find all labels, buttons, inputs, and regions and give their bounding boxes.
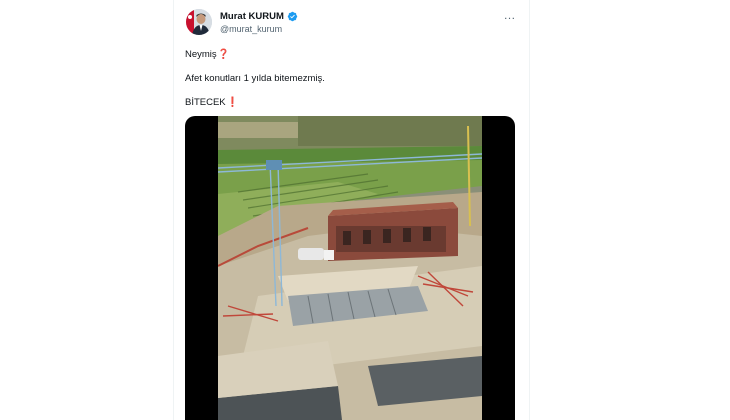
timeline-right-border — [529, 0, 530, 420]
tweet-text: BİTECEK — [185, 97, 226, 108]
exclamation-emoji: ❗ — [226, 97, 239, 108]
tweet[interactable]: Murat KURUM @murat_kurum … Neymiş❓ Afet … — [174, 0, 529, 420]
tweet-text-line-1: Neymiş❓ — [185, 49, 230, 60]
question-emoji: ❓ — [217, 49, 230, 60]
tweet-text-line-2: Afet konutları 1 yılda bitemezmiş. — [185, 73, 325, 84]
tweet-text-line-3: BİTECEK❗ — [185, 97, 239, 108]
tweet-video[interactable] — [185, 116, 515, 420]
author-name-row[interactable]: Murat KURUM — [220, 11, 298, 22]
avatar[interactable] — [186, 9, 212, 35]
more-options-icon[interactable]: … — [502, 9, 516, 22]
tweet-text: Afet konutları 1 yılda bitemezmiş. — [185, 73, 325, 84]
author-name[interactable]: Murat KURUM — [220, 11, 284, 22]
tweet-text: Neymiş — [185, 49, 217, 60]
video-frame — [218, 116, 482, 420]
verified-badge-icon — [287, 11, 298, 22]
author-handle[interactable]: @murat_kurum — [220, 24, 282, 34]
